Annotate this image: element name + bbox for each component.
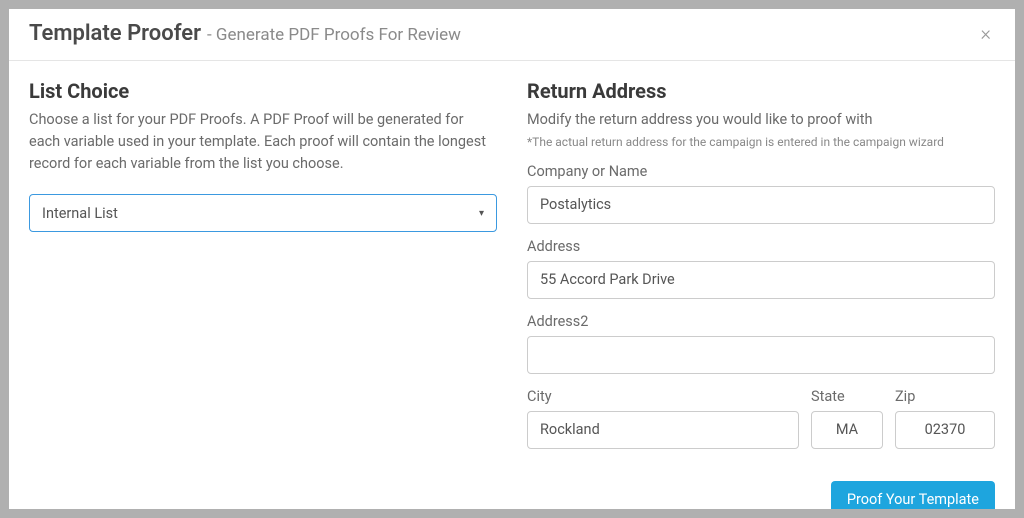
zip-group: Zip <box>895 388 995 449</box>
address2-group: Address2 <box>527 313 995 374</box>
city-state-zip-row: City State Zip <box>527 388 995 463</box>
zip-label: Zip <box>895 388 995 405</box>
proof-template-button[interactable]: Proof Your Template <box>831 481 995 509</box>
return-address-section: Return Address Modify the return address… <box>527 79 995 509</box>
company-group: Company or Name <box>527 163 995 224</box>
return-address-note: *The actual return address for the campa… <box>527 135 995 149</box>
state-group: State <box>811 388 883 449</box>
template-proofer-modal: Template Proofer - Generate PDF Proofs F… <box>9 9 1015 509</box>
list-choice-section: List Choice Choose a list for your PDF P… <box>29 79 497 509</box>
modal-header: Template Proofer - Generate PDF Proofs F… <box>9 9 1015 61</box>
city-field[interactable] <box>527 411 799 449</box>
state-field[interactable] <box>811 411 883 449</box>
state-label: State <box>811 388 883 405</box>
company-label: Company or Name <box>527 163 995 180</box>
city-label: City <box>527 388 799 405</box>
close-icon[interactable]: × <box>977 23 995 43</box>
modal-subtitle: - Generate PDF Proofs For Review <box>207 25 461 45</box>
list-choice-description: Choose a list for your PDF Proofs. A PDF… <box>29 109 497 174</box>
list-choice-title: List Choice <box>29 79 497 103</box>
city-group: City <box>527 388 799 449</box>
modal-title-wrap: Template Proofer - Generate PDF Proofs F… <box>29 21 461 46</box>
address2-label: Address2 <box>527 313 995 330</box>
columns: List Choice Choose a list for your PDF P… <box>29 79 995 509</box>
chevron-down-icon: ▾ <box>479 208 484 219</box>
zip-field[interactable] <box>895 411 995 449</box>
company-field[interactable] <box>527 186 995 224</box>
list-choice-select[interactable]: Internal List ▾ <box>29 194 497 232</box>
address-group: Address <box>527 238 995 299</box>
address-field[interactable] <box>527 261 995 299</box>
actions-row: Proof Your Template <box>527 481 995 509</box>
modal-body[interactable]: List Choice Choose a list for your PDF P… <box>9 61 1015 509</box>
address2-field[interactable] <box>527 336 995 374</box>
return-address-title: Return Address <box>527 79 995 103</box>
list-choice-selected: Internal List <box>42 205 479 222</box>
return-address-description: Modify the return address you would like… <box>527 109 995 131</box>
modal-title: Template Proofer <box>29 21 201 46</box>
address-label: Address <box>527 238 995 255</box>
